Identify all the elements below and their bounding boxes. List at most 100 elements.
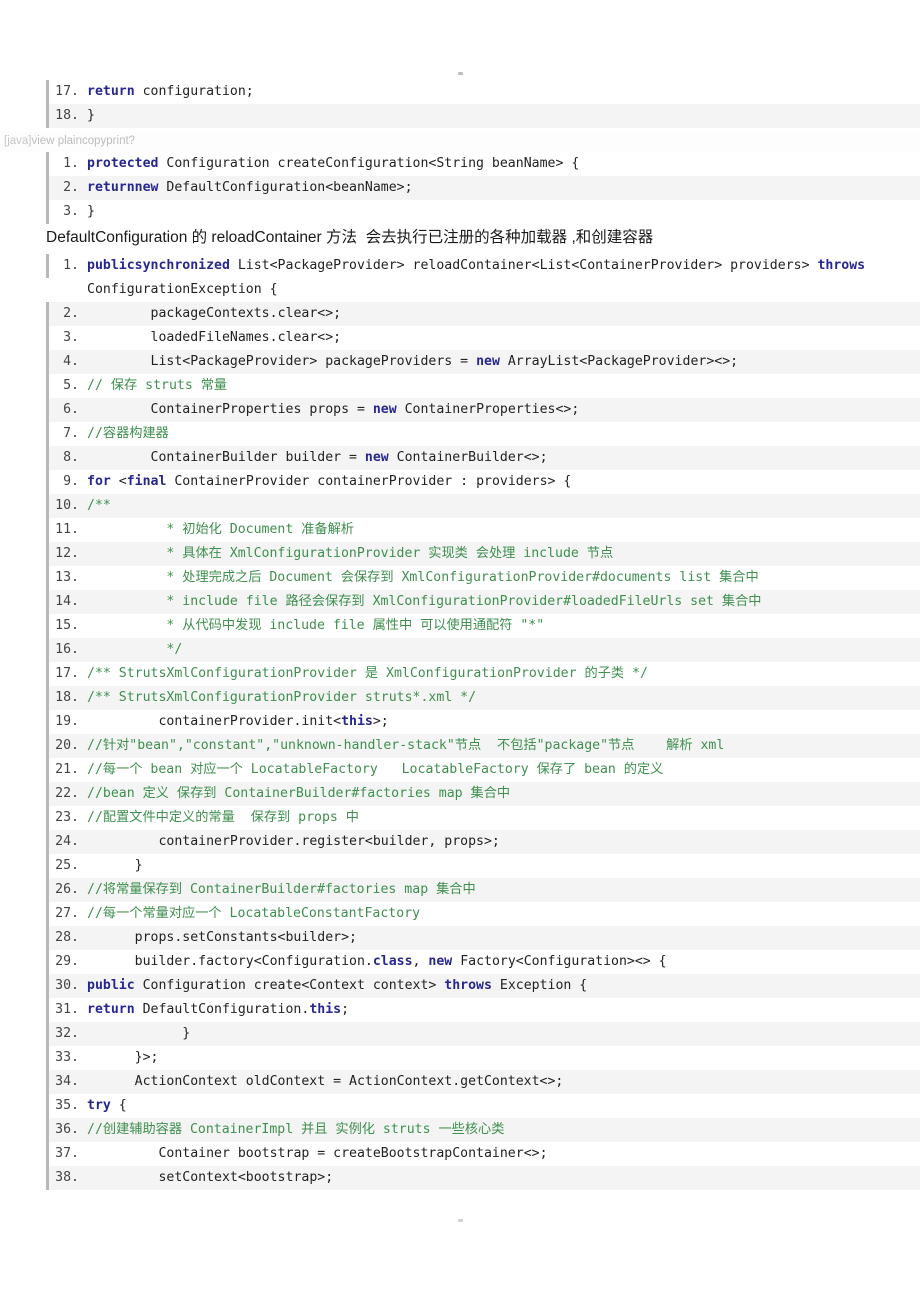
code-line: 3.} bbox=[46, 200, 920, 224]
code-line-text: Container bootstrap = createBootstrapCon… bbox=[83, 1142, 920, 1166]
code-line-text: * 具体在 XmlConfigurationProvider 实现类 会处理 i… bbox=[83, 542, 920, 566]
code-plain: ContainerProvider containerProvider : pr… bbox=[166, 474, 572, 489]
code-line-text: try { bbox=[83, 1094, 920, 1118]
code-line-number: 11. bbox=[46, 518, 83, 542]
code-line-number: 1. bbox=[46, 254, 83, 278]
code-plain: packageContexts.clear<>; bbox=[87, 306, 342, 321]
code-line-text: //配置文件中定义的常量 保存到 props 中 bbox=[83, 806, 920, 830]
code-plain: , bbox=[412, 954, 429, 969]
code-keyword: public bbox=[87, 978, 135, 993]
code-comment: //针对"bean","constant","unknown-handler-s… bbox=[87, 738, 725, 753]
code-plain: ContainerBuilder<>; bbox=[388, 450, 548, 465]
code-keyword: protected bbox=[87, 156, 159, 171]
code-line-text: returnnew DefaultConfiguration<beanName>… bbox=[83, 176, 920, 200]
code-line: 1. publicsynchronized List<PackageProvide… bbox=[46, 254, 920, 302]
code-line-text: //每一个 bean 对应一个 LocatableFactory Locatab… bbox=[83, 758, 920, 782]
code-line: 22. //bean 定义 保存到 ContainerBuilder#factor… bbox=[46, 782, 920, 806]
code-plain: ContainerBuilder builder = bbox=[87, 450, 365, 465]
code-line-text: //针对"bean","constant","unknown-handler-s… bbox=[83, 734, 920, 758]
code-line-text: List<PackageProvider> packageProviders =… bbox=[83, 350, 920, 374]
code-keyword: returnnew bbox=[87, 180, 159, 195]
code-plain: ArrayList<PackageProvider><>; bbox=[499, 354, 739, 369]
code-line-number: 12. bbox=[46, 542, 83, 566]
code-line-text: containerProvider.register<builder, prop… bbox=[83, 830, 920, 854]
code-keyword: return bbox=[87, 1002, 135, 1017]
code-line-text: return configuration; bbox=[83, 80, 920, 104]
code-plain: >; bbox=[372, 714, 389, 729]
code-line: 18. /** StrutsXmlConfigurationProvider st… bbox=[46, 686, 920, 710]
code-line-number: 18. bbox=[46, 686, 83, 710]
code-line-text: packageContexts.clear<>; bbox=[83, 302, 920, 326]
code-line-text: for <final ContainerProvider containerPr… bbox=[83, 470, 920, 494]
code-line-number: 18. bbox=[46, 104, 83, 128]
code-comment: * include file 路径会保存到 XmlConfigurationPr… bbox=[87, 594, 762, 609]
code-keyword: new bbox=[428, 954, 453, 969]
code-keyword: new bbox=[476, 354, 500, 369]
code-line-number: 23. bbox=[46, 806, 83, 830]
code-line-number: 26. bbox=[46, 878, 83, 902]
code-keyword: try bbox=[87, 1098, 111, 1113]
code-line-number: 31. bbox=[46, 998, 83, 1022]
code-line-number: 22. bbox=[46, 782, 83, 806]
code-line-number: 6. bbox=[46, 398, 83, 422]
code-line-number: 3. bbox=[46, 200, 83, 224]
code-line: 23. //配置文件中定义的常量 保存到 props 中 bbox=[46, 806, 920, 830]
code-plain: < bbox=[110, 474, 127, 489]
code-line-number: 25. bbox=[46, 854, 83, 878]
code-line: 4. List<PackageProvider> packageProvider… bbox=[46, 350, 920, 374]
code-line-number: 36. bbox=[46, 1118, 83, 1142]
code-line-number: 9. bbox=[46, 470, 83, 494]
code-line: 20. //针对"bean","constant","unknown-handle… bbox=[46, 734, 920, 758]
code-line-text: } bbox=[83, 1022, 920, 1046]
code-line: 30. public Configuration create<Context c… bbox=[46, 974, 920, 998]
code-line: 13. * 处理完成之后 Document 会保存到 XmlConfigurat… bbox=[46, 566, 920, 590]
code-line: 6. ContainerProperties props = new Conta… bbox=[46, 398, 920, 422]
code-line: 8. ContainerBuilder builder = new Contai… bbox=[46, 446, 920, 470]
code-line-number: 32. bbox=[46, 1022, 83, 1046]
code-keyword: throws bbox=[817, 258, 866, 273]
code-line-text: ContainerProperties props = new Containe… bbox=[83, 398, 920, 422]
code-line-number: 17. bbox=[46, 662, 83, 686]
toolbar-language-label: [java] bbox=[4, 135, 32, 147]
code-line-number: 19. bbox=[46, 710, 83, 734]
code-comment: * 处理完成之后 Document 会保存到 XmlConfigurationP… bbox=[87, 570, 759, 585]
code-plain: Exception { bbox=[491, 978, 588, 993]
toolbar-actions[interactable]: view plaincopyprint? bbox=[32, 135, 136, 147]
code-line-text: //创建辅助容器 ContainerImpl 并且 实例化 struts 一些核… bbox=[83, 1118, 920, 1142]
code-line-number: 3. bbox=[46, 326, 83, 350]
code-line-text: publicsynchronized List<PackageProvider>… bbox=[83, 254, 920, 302]
code-comment: //容器构建器 bbox=[87, 426, 169, 441]
code-line: 5. // 保存 struts 常量 bbox=[46, 374, 920, 398]
code-toolbar[interactable]: [java]view plaincopyprint? bbox=[0, 131, 920, 151]
code-line: 17. /** StrutsXmlConfigurationProvider 是 … bbox=[46, 662, 920, 686]
code-comment: //bean 定义 保存到 ContainerBuilder#factories… bbox=[87, 786, 511, 801]
code-line: 29. builder.factory<Configuration.class,… bbox=[46, 950, 920, 974]
paragraph-text: DefaultConfiguration 的 reloadContainer 方… bbox=[46, 229, 654, 246]
code-block-b: 1. protected Configuration createConfigur… bbox=[46, 152, 920, 224]
code-line-text: props.setConstants<builder>; bbox=[83, 926, 920, 950]
code-line-text: return DefaultConfiguration.this; bbox=[83, 998, 920, 1022]
code-line: 27. //每一个常量对应一个 LocatableConstantFactory bbox=[46, 902, 920, 926]
code-comment: * 从代码中发现 include file 属性中 可以使用通配符 "*" bbox=[87, 618, 545, 633]
code-plain: setContext<bootstrap>; bbox=[87, 1170, 334, 1185]
code-line-text: builder.factory<Configuration.class, new… bbox=[83, 950, 920, 974]
code-line-number: 27. bbox=[46, 902, 83, 926]
code-plain: ContainerProperties<>; bbox=[396, 402, 580, 417]
code-plain: containerProvider.register<builder, prop… bbox=[87, 834, 500, 849]
code-line-number: 2. bbox=[46, 302, 83, 326]
code-keyword: this bbox=[341, 714, 373, 729]
code-comment: * 初始化 Document 准备解析 bbox=[87, 522, 354, 537]
code-plain: Factory<Configuration><> { bbox=[452, 954, 667, 969]
code-line-text: */ bbox=[83, 638, 920, 662]
code-line: 28. props.setConstants<builder>; bbox=[46, 926, 920, 950]
code-line: 38. setContext<bootstrap>; bbox=[46, 1166, 920, 1190]
code-line-number: 38. bbox=[46, 1166, 83, 1190]
code-plain: ContainerProperties props = bbox=[87, 402, 373, 417]
code-comment: //创建辅助容器 ContainerImpl 并且 实例化 struts 一些核… bbox=[87, 1122, 505, 1137]
code-line-number: 10. bbox=[46, 494, 83, 518]
code-line: 35. try { bbox=[46, 1094, 920, 1118]
code-line-number: 13. bbox=[46, 566, 83, 590]
code-keyword: return bbox=[87, 84, 135, 99]
code-line: 18.} bbox=[46, 104, 920, 128]
code-line: 2. returnnew DefaultConfiguration<beanNam… bbox=[46, 176, 920, 200]
